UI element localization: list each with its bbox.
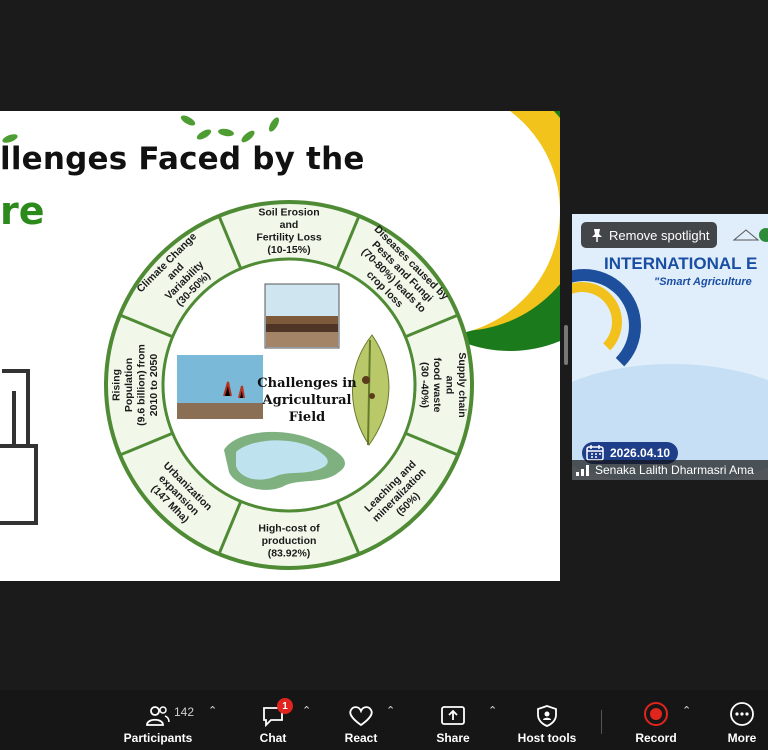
leaf-icon xyxy=(266,115,282,134)
more-options-icon xyxy=(730,702,754,726)
leaf-icon xyxy=(179,113,197,128)
wheel-center-label: Challenges in xyxy=(257,376,357,391)
chat-options-caret[interactable]: ⌃ xyxy=(302,704,311,717)
record-button[interactable]: Record xyxy=(632,690,680,750)
heart-icon xyxy=(349,706,373,727)
wheel-center-label: Field xyxy=(289,410,325,425)
wheel-segment-text: Soil Erosion xyxy=(258,206,319,218)
host-tools-button[interactable]: Host tools xyxy=(514,690,580,750)
share-options-caret[interactable]: ⌃ xyxy=(488,704,497,717)
react-button[interactable]: React xyxy=(338,690,384,750)
soil-layers-image xyxy=(264,283,340,349)
wheel-segment-text: (9.6 billion) from xyxy=(135,344,147,426)
tile-banner-subtitle: "Smart Agriculture xyxy=(654,276,752,288)
participants-icon xyxy=(146,706,170,726)
calendar-icon xyxy=(586,445,604,461)
toolbar-divider xyxy=(601,710,602,734)
spotlight-video-tile[interactable]: INTERNATIONAL E "Smart Agriculture Remov… xyxy=(572,214,768,480)
participant-name: Senaka Lalith Dharmasri Ama xyxy=(595,463,754,477)
slide-title: llenges Faced by the xyxy=(0,141,365,177)
more-label: More xyxy=(727,731,757,745)
participants-options-caret[interactable]: ⌃ xyxy=(208,704,217,717)
wheel-segment-text: 2010 to 2050 xyxy=(148,354,160,417)
wheel-segment-text: Fertility Loss xyxy=(256,231,322,243)
organization-logos xyxy=(732,228,768,242)
shared-slide: llenges Faced by the re Challenges in Ag… xyxy=(0,111,560,581)
leaf-icon xyxy=(217,127,235,138)
participants-count: 142 xyxy=(174,705,195,719)
wheel-segment-text: Rising xyxy=(110,369,122,401)
remove-spotlight-label: Remove spotlight xyxy=(609,227,710,243)
chat-label: Chat xyxy=(259,731,287,745)
meeting-toolbar: 142 Participants ⌃ 1 Chat ⌃ React ⌃ Shar… xyxy=(0,690,768,750)
tile-banner-title: INTERNATIONAL E xyxy=(604,254,758,273)
wheel-segment-text: production xyxy=(262,535,317,547)
wheel-segment-text: and xyxy=(443,376,455,395)
wheel-segment-text: Supply chain xyxy=(456,352,468,417)
wheel-segment-text: (10-15%) xyxy=(267,244,310,256)
record-options-caret[interactable]: ⌃ xyxy=(682,704,691,717)
share-button[interactable]: Share xyxy=(430,690,476,750)
wheel-segment-text: food waste xyxy=(431,358,443,413)
wheel-segment-text: (30 -40%) xyxy=(418,362,430,408)
remove-spotlight-button[interactable]: Remove spotlight xyxy=(581,222,717,248)
fish-pond-image xyxy=(177,355,263,419)
panel-resize-handle[interactable] xyxy=(564,325,568,365)
host-tools-label: Host tools xyxy=(517,731,577,745)
participants-button[interactable]: 142 Participants xyxy=(120,690,196,750)
challenges-wheel: Challenges in Agricultural Field Soil Er… xyxy=(104,200,474,570)
chat-button[interactable]: 1 Chat xyxy=(250,690,296,750)
react-label: React xyxy=(344,731,378,745)
share-screen-icon xyxy=(441,706,465,725)
wheel-segment-label: Supply chainandfood waste(30 -40%) xyxy=(418,352,468,417)
wheel-segment-text: and xyxy=(280,219,299,231)
wheel-segment-text: High-cost of xyxy=(258,523,320,535)
record-label: Record xyxy=(635,731,677,745)
wheel-segment-text: (83.92%) xyxy=(268,548,311,560)
pin-icon xyxy=(592,229,602,242)
wheel-center-label: Agricultural xyxy=(262,393,352,408)
event-date: 2026.04.10 xyxy=(610,446,671,460)
more-button[interactable]: More xyxy=(720,690,764,750)
wheel-segment-text: Population xyxy=(123,358,135,412)
slide-title-line2: re xyxy=(0,189,45,233)
share-label: Share xyxy=(436,731,470,745)
leaf-icon xyxy=(195,127,213,142)
participants-label: Participants xyxy=(123,731,193,745)
record-icon xyxy=(644,702,668,726)
chat-unread-badge: 1 xyxy=(277,698,293,714)
shield-icon xyxy=(537,705,557,727)
box-illustration xyxy=(0,369,38,525)
participant-name-bar: Senaka Lalith Dharmasri Ama xyxy=(572,460,768,480)
react-options-caret[interactable]: ⌃ xyxy=(386,704,395,717)
signal-strength-icon xyxy=(576,465,589,476)
